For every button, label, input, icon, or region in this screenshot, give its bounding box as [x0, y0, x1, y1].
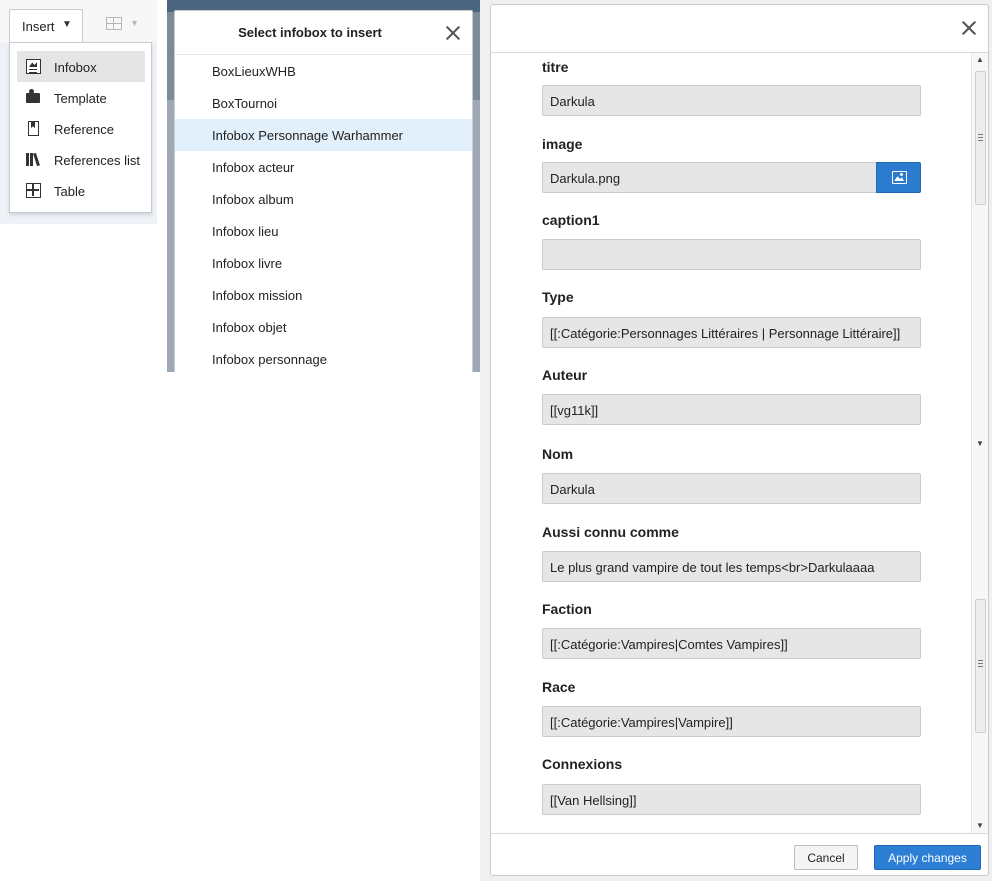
dialog-header	[491, 5, 988, 53]
infobox-option[interactable]: Infobox lieu	[175, 215, 472, 247]
grip-icon	[978, 660, 983, 667]
infobox-option[interactable]: Infobox mission	[175, 279, 472, 311]
infobox-option[interactable]: Infobox livre	[175, 247, 472, 279]
bookmark-icon	[28, 121, 39, 136]
close-icon[interactable]	[961, 20, 977, 36]
field-input-auteur[interactable]: [[vg11k]]	[542, 394, 921, 425]
parameters-form: titre Darkula image Darkula.png caption1…	[491, 53, 988, 833]
field-input-type[interactable]: [[:Catégorie:Personnages Littéraires | P…	[542, 317, 921, 348]
table-icon	[26, 183, 41, 198]
dialog-header: Select infobox to insert	[175, 11, 472, 55]
field-label-auteur: Auteur	[542, 367, 588, 383]
caret-down-icon[interactable]: ▼	[130, 18, 139, 28]
insert-dropdown-menu: Infobox Template Reference References li…	[9, 42, 152, 213]
field-input-caption1[interactable]	[542, 239, 921, 270]
field-label-image: image	[542, 136, 583, 152]
infobox-option[interactable]: Infobox objet	[175, 311, 472, 343]
field-input-image[interactable]: Darkula.png	[542, 162, 877, 193]
field-input-aussi-connu-comme[interactable]: Le plus grand vampire de tout les temps<…	[542, 551, 921, 582]
puzzle-piece-icon	[26, 89, 40, 103]
infobox-option[interactable]: Infobox personnage	[175, 343, 472, 372]
field-label-caption1: caption1	[542, 212, 600, 228]
infobox-option[interactable]: Infobox Personnage Warhammer	[175, 119, 472, 151]
menu-item-references-list[interactable]: References list	[17, 144, 145, 175]
field-label-aussi-connu-comme: Aussi connu comme	[542, 524, 679, 540]
books-icon	[26, 152, 41, 167]
infobox-option[interactable]: Infobox acteur	[175, 151, 472, 183]
field-label-type: Type	[542, 289, 574, 305]
field-label-nom: Nom	[542, 446, 574, 462]
template-parameters-dialog: titre Darkula image Darkula.png caption1…	[490, 4, 989, 876]
scroll-up-icon[interactable]: ▲	[976, 55, 984, 64]
apply-changes-button[interactable]: Apply changes	[874, 845, 981, 870]
cancel-button[interactable]: Cancel	[794, 845, 858, 870]
scrollbar[interactable]: ▲ ▼ ▼	[971, 53, 988, 833]
infobox-icon	[26, 59, 41, 74]
menu-item-template[interactable]: Template	[17, 82, 145, 113]
scroll-down-icon[interactable]: ▼	[976, 439, 984, 448]
caret-down-icon: ▼	[62, 19, 72, 30]
menu-item-label: Infobox	[54, 60, 97, 75]
image-icon	[892, 171, 907, 184]
menu-item-infobox[interactable]: Infobox	[17, 51, 145, 82]
editor-toolbar: Insert ▼ ▼	[0, 0, 157, 42]
field-input-nom[interactable]: Darkula	[542, 473, 921, 504]
dialog-footer: Cancel Apply changes	[491, 833, 988, 875]
select-infobox-dialog: Select infobox to insert BoxLieuxWHB Box…	[174, 10, 473, 372]
menu-item-label: Reference	[54, 122, 114, 137]
insert-menu-panel: Insert ▼ ▼ Infobox Template Reference Re…	[0, 0, 157, 224]
menu-item-label: Template	[54, 91, 107, 106]
insert-button-label: Insert	[22, 19, 55, 34]
field-input-titre[interactable]: Darkula	[542, 85, 921, 116]
menu-item-table[interactable]: Table	[17, 175, 145, 206]
menu-item-label: Table	[54, 184, 86, 199]
menu-item-label: References list	[54, 153, 140, 168]
field-label-race: Race	[542, 679, 576, 695]
field-label-titre: titre	[542, 59, 569, 75]
field-input-faction[interactable]: [[:Catégorie:Vampires|Comtes Vampires]]	[542, 628, 921, 659]
scrollbar-thumb[interactable]	[975, 599, 986, 733]
dialog-title: Select infobox to insert	[238, 25, 382, 40]
infobox-option[interactable]: BoxTournoi	[175, 87, 472, 119]
scrollbar-thumb[interactable]	[975, 71, 986, 205]
field-input-connexions[interactable]: [[Van Hellsing]]	[542, 784, 921, 815]
infobox-option[interactable]: BoxLieuxWHB	[175, 55, 472, 87]
insert-menu-button[interactable]: Insert ▼	[9, 9, 83, 42]
infobox-option[interactable]: Infobox album	[175, 183, 472, 215]
grip-icon	[978, 134, 983, 141]
scroll-down-icon[interactable]: ▼	[976, 821, 984, 830]
field-label-connexions: Connexions	[542, 756, 623, 772]
menu-item-reference[interactable]: Reference	[17, 113, 145, 144]
close-icon[interactable]	[445, 25, 461, 41]
table-tool-icon[interactable]	[106, 17, 122, 30]
field-label-faction: Faction	[542, 601, 592, 617]
image-picker-button[interactable]	[876, 162, 921, 193]
field-input-race[interactable]: [[:Catégorie:Vampires|Vampire]]	[542, 706, 921, 737]
